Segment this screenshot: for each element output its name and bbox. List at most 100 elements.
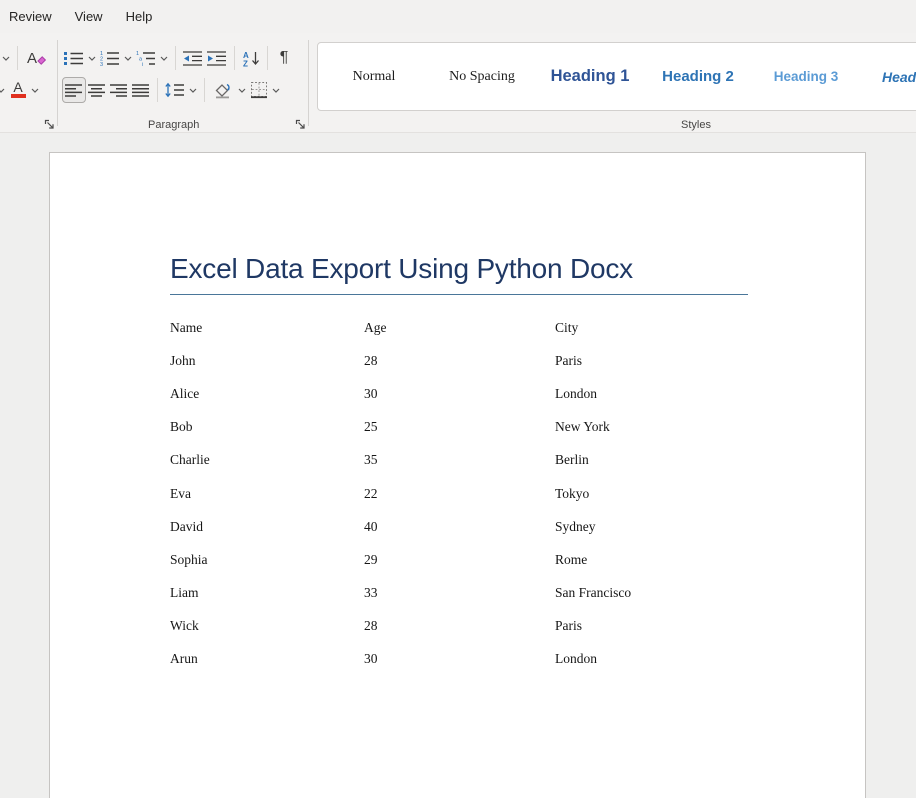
style-no-spacing[interactable]: No Spacing [428, 69, 536, 85]
table-cell: Berlin [555, 452, 770, 468]
numbered-list-icon: 1 2 3 [100, 50, 120, 66]
table-row: Charlie35Berlin [170, 444, 770, 477]
table-cell: Sydney [555, 519, 770, 535]
table-cell: Liam [170, 585, 364, 601]
chevron-down-icon[interactable] [122, 45, 134, 71]
chevron-down-icon[interactable] [29, 77, 41, 103]
word-application-window: Review View Help A [0, 0, 916, 798]
align-center-icon [88, 84, 106, 97]
styles-group-label: Styles [681, 119, 711, 131]
document-canvas[interactable]: Excel Data Export Using Python Docx Name… [0, 133, 916, 798]
group-divider [308, 40, 309, 126]
paragraph-dialog-launcher[interactable] [293, 117, 307, 131]
table-cell: 33 [364, 585, 555, 601]
decrease-indent-button[interactable] [181, 45, 205, 71]
font-group-row2: A [0, 77, 41, 103]
table-cell: San Francisco [555, 585, 770, 601]
paragraph-group-label: Paragraph [148, 119, 199, 131]
line-spacing-button[interactable] [163, 77, 187, 103]
chevron-down-icon[interactable] [86, 45, 98, 71]
table-row: John28Paris [170, 344, 770, 377]
sort-icon: A Z [243, 50, 260, 67]
line-spacing-icon [165, 82, 185, 98]
table-row: Alice30London [170, 377, 770, 410]
table-header-row: NameAgeCity [170, 311, 770, 344]
table-cell: Arun [170, 651, 364, 667]
svg-text:3: 3 [100, 62, 103, 66]
increase-indent-icon [207, 50, 227, 66]
chevron-down-icon[interactable] [0, 45, 12, 71]
divider [204, 78, 205, 102]
style-normal[interactable]: Normal [320, 69, 428, 85]
tab-review[interactable]: Review [9, 9, 52, 24]
multilevel-list-icon: 1 a i [136, 50, 156, 66]
dialog-launcher-icon [295, 119, 306, 130]
shading-icon [212, 81, 234, 99]
table-cell: London [555, 386, 770, 402]
font-color-button[interactable]: A [7, 77, 29, 103]
table-cell: 28 [364, 353, 555, 369]
align-left-icon [65, 84, 83, 97]
table-cell: 30 [364, 651, 555, 667]
chevron-down-icon[interactable] [236, 77, 248, 103]
svg-text:Z: Z [243, 59, 248, 67]
divider [267, 46, 268, 70]
font-color-icon: A [13, 82, 22, 93]
table-cell: London [555, 651, 770, 667]
chevron-down-icon[interactable] [187, 77, 199, 103]
table-cell: Wick [170, 618, 364, 634]
table-cell: 28 [364, 618, 555, 634]
align-left-button[interactable] [62, 77, 86, 103]
divider [157, 78, 158, 102]
increase-indent-button[interactable] [205, 45, 229, 71]
table-row: Eva22Tokyo [170, 477, 770, 510]
ribbon-tab-bar: Review View Help [0, 0, 916, 33]
svg-text:i: i [142, 62, 143, 66]
chevron-down-icon[interactable] [0, 77, 7, 103]
align-right-button[interactable] [108, 77, 130, 103]
numbered-list-button[interactable]: 1 2 3 [98, 45, 122, 71]
chevron-down-icon[interactable] [270, 77, 282, 103]
paragraph-group-row2 [62, 77, 282, 103]
document-page[interactable]: Excel Data Export Using Python Docx Name… [49, 152, 866, 798]
table-cell: Paris [555, 353, 770, 369]
tab-view[interactable]: View [75, 9, 103, 24]
borders-button[interactable] [248, 77, 270, 103]
shading-button[interactable] [210, 77, 236, 103]
clear-formatting-icon: A [25, 49, 47, 67]
chevron-down-icon[interactable] [158, 45, 170, 71]
table-header-cell: Age [364, 320, 555, 336]
style-heading-1[interactable]: Heading 1 [536, 67, 644, 86]
font-group-row1: A [0, 45, 49, 71]
table-row: Liam33San Francisco [170, 577, 770, 610]
tab-help[interactable]: Help [126, 9, 153, 24]
table-cell: 25 [364, 419, 555, 435]
align-center-button[interactable] [86, 77, 108, 103]
table-row: Wick28Paris [170, 610, 770, 643]
sort-button[interactable]: A Z [240, 45, 262, 71]
table-cell: Eva [170, 486, 364, 502]
table-cell: 22 [364, 486, 555, 502]
divider [17, 46, 18, 70]
multilevel-list-button[interactable]: 1 a i [134, 45, 158, 71]
bullet-list-button[interactable] [62, 45, 86, 71]
document-title: Excel Data Export Using Python Docx [170, 250, 748, 295]
justify-button[interactable] [130, 77, 152, 103]
show-paragraph-marks-button[interactable]: ¶ [273, 45, 295, 71]
table-cell: Charlie [170, 452, 364, 468]
table-cell: Tokyo [555, 486, 770, 502]
style-heading-4[interactable]: Heading 4 [860, 69, 916, 85]
divider [234, 46, 235, 70]
style-heading-2[interactable]: Heading 2 [644, 68, 752, 85]
table-header-cell: City [555, 320, 770, 336]
svg-text:A: A [27, 50, 37, 67]
clear-formatting-button[interactable]: A [23, 45, 49, 71]
divider [175, 46, 176, 70]
table-row: Arun30London [170, 643, 770, 676]
table-cell: Bob [170, 419, 364, 435]
font-dialog-launcher[interactable] [42, 117, 56, 131]
style-heading-3[interactable]: Heading 3 [752, 69, 860, 84]
ribbon: A A [0, 33, 916, 133]
table-cell: 40 [364, 519, 555, 535]
paragraph-group-row1: 1 2 3 1 a i [62, 45, 295, 71]
